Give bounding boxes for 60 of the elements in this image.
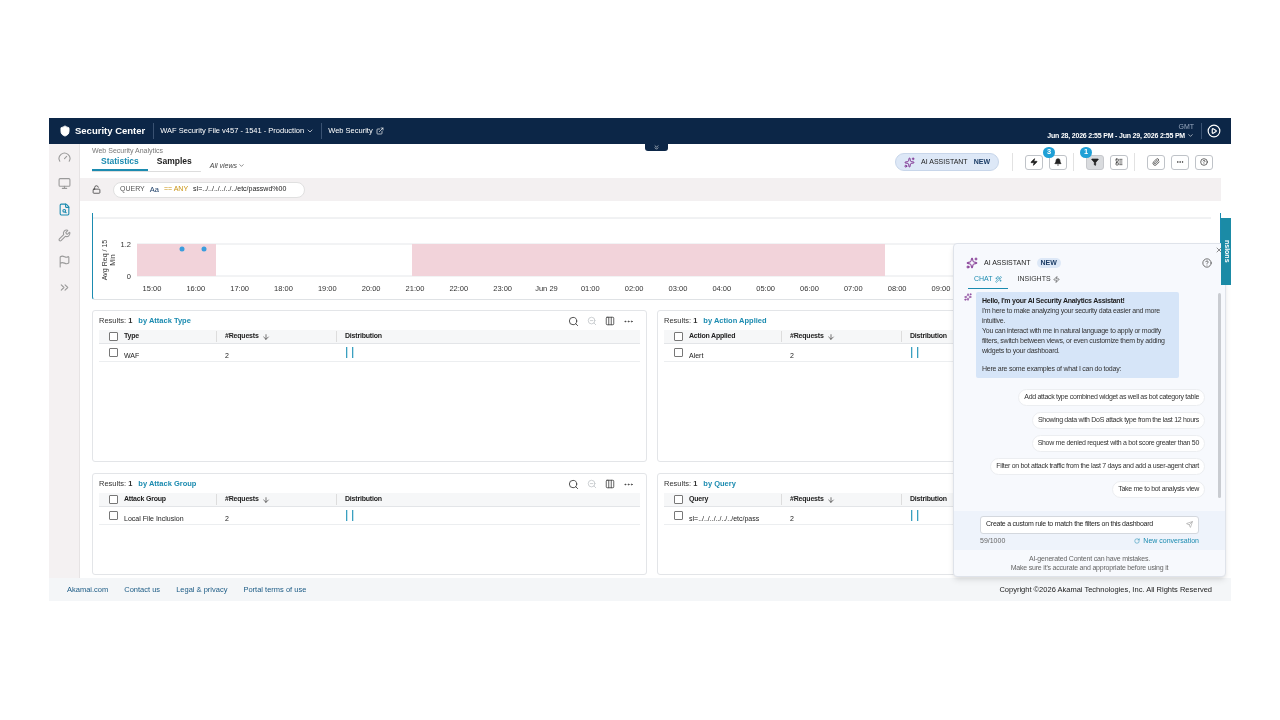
view-tab[interactable]: Statistics (92, 155, 148, 171)
distribution-bars (345, 347, 354, 358)
sort-arrow-icon (261, 495, 270, 504)
bolt-icon (1030, 158, 1038, 166)
sparkle-icon (966, 257, 978, 269)
caret-icon (238, 162, 245, 170)
paperclip-icon (1152, 158, 1160, 166)
checkbox[interactable] (109, 348, 118, 357)
link-button[interactable] (1147, 154, 1165, 170)
refresh-icon (1134, 537, 1141, 544)
columns-icon[interactable] (605, 316, 615, 326)
wand-icon (994, 275, 1002, 283)
notifications-button[interactable] (1049, 154, 1067, 170)
distribution-bars (910, 510, 919, 521)
checkbox[interactable] (674, 511, 683, 520)
layout-button[interactable] (1110, 154, 1128, 170)
checkbox[interactable] (109, 495, 118, 504)
more-icon (1176, 158, 1184, 166)
unlock-icon[interactable] (92, 185, 101, 194)
close-icon[interactable] (1215, 246, 1223, 254)
assistant-avatar-icon (964, 292, 972, 301)
distribution-bars (345, 510, 354, 521)
monitor-icon[interactable] (57, 177, 71, 190)
sparkle-icon (904, 156, 916, 168)
flag-icon[interactable] (57, 255, 71, 268)
checkbox[interactable] (674, 332, 683, 341)
chevron-down-icon (1187, 131, 1194, 139)
sort-arrow-icon (261, 332, 270, 341)
collapse-tab[interactable] (645, 144, 668, 151)
bell-icon (1054, 158, 1062, 166)
bolt-button[interactable] (1025, 154, 1043, 170)
wrench-icon[interactable] (57, 229, 71, 242)
gauge-icon[interactable] (57, 151, 71, 164)
shield-logo-icon (59, 125, 71, 137)
checkbox[interactable] (674, 495, 683, 504)
view-tab[interactable]: Samples (147, 155, 201, 171)
search-icon[interactable] (568, 478, 579, 490)
app-title: Security Center (75, 123, 146, 138)
external-link-icon (375, 127, 384, 135)
sort-arrow-icon (826, 495, 835, 504)
checkbox[interactable] (674, 348, 683, 357)
distribution-bars (910, 347, 919, 358)
search-icon[interactable] (568, 315, 579, 327)
play-icon[interactable] (1207, 124, 1221, 138)
checkbox[interactable] (109, 332, 118, 341)
more-button[interactable] (1171, 154, 1189, 170)
help-icon[interactable] (1202, 258, 1212, 268)
filter-button[interactable] (1086, 154, 1104, 170)
scrollbar[interactable] (1218, 292, 1221, 498)
bolt-icon (1052, 275, 1060, 283)
sort-arrow-icon (826, 332, 835, 341)
document-search-icon[interactable] (57, 203, 71, 216)
list-icon (1115, 158, 1123, 166)
chevron-down-icon (306, 127, 315, 135)
filter-icon (1091, 158, 1099, 166)
help-icon (1200, 158, 1208, 166)
checkbox[interactable] (109, 511, 118, 520)
help-button[interactable] (1195, 154, 1213, 170)
columns-icon[interactable] (605, 479, 615, 489)
double-chevron-down-icon (653, 144, 660, 151)
